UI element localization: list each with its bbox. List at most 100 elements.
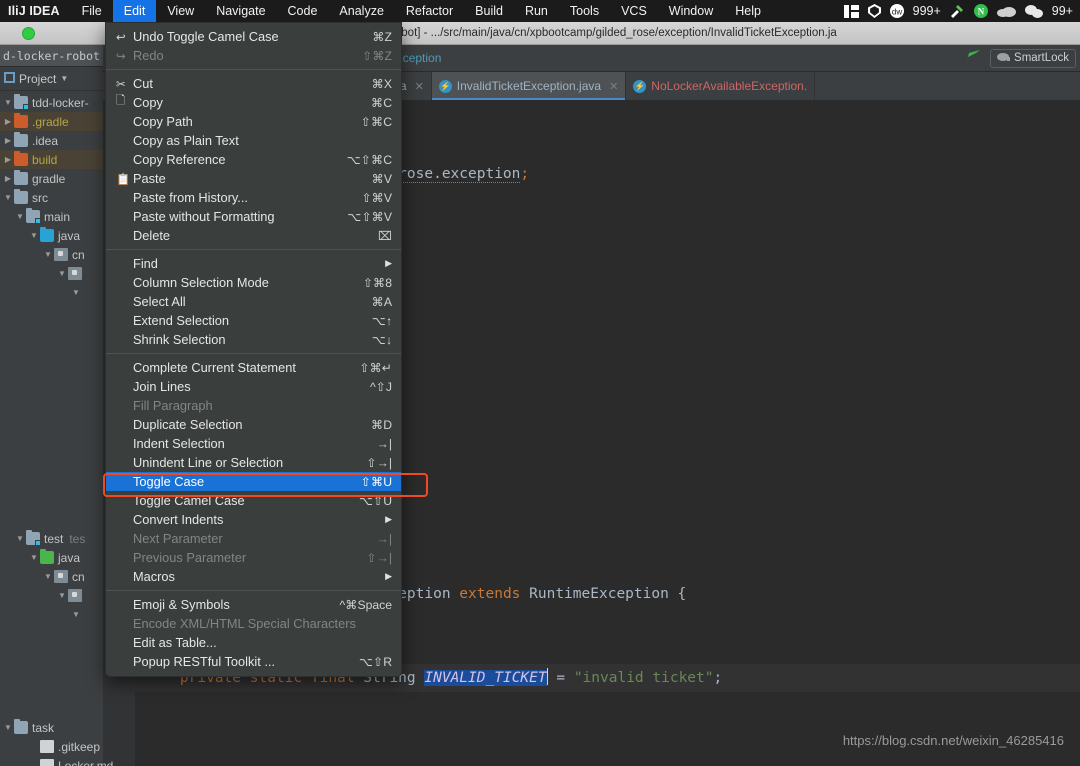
- disclosure-triangle-icon[interactable]: ▼: [2, 98, 14, 107]
- menu-item-paste-without-formatting[interactable]: Paste without Formatting ⌥⇧⌘V: [106, 207, 401, 226]
- menu-separator: [106, 249, 401, 250]
- menu-item-toggle-camel-case[interactable]: Toggle Camel Case ⌥⇧U: [106, 491, 401, 510]
- menu-item-popup-restful-toolkit[interactable]: Popup RESTful Toolkit ... ⌥⇧R: [106, 652, 401, 671]
- menu-item-cut[interactable]: ✂ Cut ⌘X: [106, 74, 401, 93]
- menu-item-paste-from-history[interactable]: Paste from History... ⇧⌘V: [106, 188, 401, 207]
- project-tool-window-header[interactable]: Project ▼: [0, 67, 103, 91]
- menu-item-duplicate-selection[interactable]: Duplicate Selection ⌘D: [106, 415, 401, 434]
- menu-item-unindent-line-or-selection[interactable]: Unindent Line or Selection ⇧→|: [106, 453, 401, 472]
- tree-item-task[interactable]: ▼ task: [0, 718, 103, 737]
- tab-invalidticketexception-java[interactable]: ⚡ InvalidTicketException.java ✕: [431, 72, 627, 100]
- smartlock-run-config-button[interactable]: SmartLock: [990, 48, 1076, 68]
- tree-item-cn-test[interactable]: ▼ cn: [0, 567, 103, 586]
- menu-item-join-lines[interactable]: Join Lines ^⇧J: [106, 377, 401, 396]
- menu-item-delete[interactable]: Delete ⌧: [106, 226, 401, 245]
- disclosure-triangle-icon[interactable]: ▼: [2, 723, 14, 732]
- wechat-icon[interactable]: [1024, 4, 1043, 18]
- menu-view[interactable]: View: [156, 0, 205, 22]
- menu-item-emoji-and-symbols[interactable]: Emoji & Symbols ^⌘Space: [106, 595, 401, 614]
- menu-edit[interactable]: Edit: [112, 0, 157, 22]
- menu-item-shrink-selection[interactable]: Shrink Selection ⌥↓: [106, 330, 401, 349]
- close-icon[interactable]: ✕: [415, 80, 424, 93]
- menu-item-convert-indents[interactable]: Convert Indents ▶: [106, 510, 401, 529]
- menu-window[interactable]: Window: [658, 0, 724, 22]
- menu-item-copy[interactable]: 🗋 Copy ⌘C: [106, 93, 401, 112]
- menu-tools[interactable]: Tools: [559, 0, 610, 22]
- menu-item-undo[interactable]: ↩ Undo Toggle Camel Case ⌘Z: [106, 27, 401, 46]
- tree-item-idea-dir[interactable]: ▶ .idea: [0, 131, 103, 150]
- menu-item-select-all[interactable]: Select All ⌘A: [106, 292, 401, 311]
- cloud-icon[interactable]: [996, 5, 1016, 17]
- menu-help[interactable]: Help: [724, 0, 772, 22]
- copy-icon: 🗋: [116, 95, 126, 107]
- menu-analyze[interactable]: Analyze: [328, 0, 394, 22]
- menu-item-extend-selection[interactable]: Extend Selection ⌥↑: [106, 311, 401, 330]
- menu-item-macros[interactable]: Macros ▶: [106, 567, 401, 586]
- disclosure-triangle-icon[interactable]: ▶: [2, 136, 14, 145]
- disclosure-triangle-icon[interactable]: ▼: [28, 553, 40, 562]
- tree-item-gradle[interactable]: ▶ gradle: [0, 169, 103, 188]
- tree-item-main[interactable]: ▼ main: [0, 207, 103, 226]
- menu-item-copy-path[interactable]: Copy Path ⇧⌘C: [106, 112, 401, 131]
- tree-item-java-main[interactable]: ▼ java: [0, 226, 103, 245]
- tree-item-build-dir[interactable]: ▶ build: [0, 150, 103, 169]
- menu-code[interactable]: Code: [277, 0, 329, 22]
- disclosure-triangle-icon[interactable]: ▼: [56, 269, 68, 278]
- svg-text:N: N: [978, 7, 985, 17]
- disclosure-triangle-icon[interactable]: ▼: [70, 610, 82, 619]
- tree-item-gitkeep[interactable]: ▶ .gitkeep: [0, 737, 103, 756]
- tree-item-label: java: [58, 550, 81, 565]
- disclosure-triangle-icon[interactable]: ▶: [2, 117, 14, 126]
- menu-item-copy-as-plain-text[interactable]: Copy as Plain Text: [106, 131, 401, 150]
- disclosure-triangle-icon[interactable]: ▶: [2, 155, 14, 164]
- menu-vcs[interactable]: VCS: [610, 0, 658, 22]
- tree-item-xpbootcamp-main[interactable]: ▼: [0, 264, 103, 283]
- disclosure-triangle-icon[interactable]: ▼: [2, 193, 14, 202]
- tree-item-java-test[interactable]: ▼ java: [0, 548, 103, 567]
- nvidia-n-icon[interactable]: N: [973, 4, 988, 18]
- menu-refactor[interactable]: Refactor: [395, 0, 464, 22]
- tab-nolockeravailableexception-java[interactable]: ⚡ NoLockerAvailableException.: [626, 72, 816, 100]
- layout-panels-icon[interactable]: [843, 4, 859, 18]
- tree-item-nested-main[interactable]: ▼: [0, 283, 103, 302]
- tree-item-gradle-dir[interactable]: ▶ .gradle: [0, 112, 103, 131]
- menu-run[interactable]: Run: [514, 0, 559, 22]
- tree-item-test[interactable]: ▼ test tes: [0, 529, 103, 548]
- run-config-arrow-icon[interactable]: [963, 48, 983, 69]
- menu-item-copy-reference[interactable]: Copy Reference ⌥⇧⌘C: [106, 150, 401, 169]
- tree-item-label: Locker.md: [58, 758, 114, 766]
- menu-navigate[interactable]: Navigate: [205, 0, 276, 22]
- chevron-down-icon[interactable]: ▼: [60, 74, 68, 83]
- tree-item-nested-test[interactable]: ▼: [0, 605, 103, 624]
- tree-item-cn-main[interactable]: ▼ cn: [0, 245, 103, 264]
- disclosure-triangle-icon[interactable]: ▼: [42, 250, 54, 259]
- edit-dropdown-menu[interactable]: ↩ Undo Toggle Camel Case ⌘Z ↪ Redo ⇧⌘Z ✂…: [105, 22, 402, 677]
- disclosure-triangle-icon[interactable]: ▼: [56, 591, 68, 600]
- menu-item-paste[interactable]: 📋 Paste ⌘V: [106, 169, 401, 188]
- menu-item-indent-selection[interactable]: Indent Selection →|: [106, 434, 401, 453]
- disclosure-triangle-icon[interactable]: ▼: [14, 212, 26, 221]
- tab-label: NoLockerAvailableException.: [651, 79, 808, 93]
- menu-item-complete-current-statement[interactable]: Complete Current Statement ⇧⌘↵: [106, 358, 401, 377]
- menu-item-toggle-case[interactable]: Toggle Case ⇧⌘U: [106, 472, 401, 491]
- disclosure-triangle-icon[interactable]: ▶: [2, 174, 14, 183]
- wrench-icon[interactable]: [950, 4, 965, 18]
- disclosure-triangle-icon[interactable]: ▼: [14, 534, 26, 543]
- project-breadcrumb[interactable]: d-locker-robot›: [0, 45, 103, 67]
- disclosure-triangle-icon[interactable]: ▼: [42, 572, 54, 581]
- menu-item-find[interactable]: Find ▶: [106, 254, 401, 273]
- menu-item-edit-as-table[interactable]: Edit as Table...: [106, 633, 401, 652]
- disclosure-triangle-icon[interactable]: ▼: [28, 231, 40, 240]
- tree-item-src[interactable]: ▼ src: [0, 188, 103, 207]
- tree-item-locker-md[interactable]: ▶ Locker.md: [0, 756, 113, 766]
- shield-icon[interactable]: [867, 4, 881, 18]
- menu-file[interactable]: File: [71, 0, 113, 22]
- disclosure-triangle-icon[interactable]: ▼: [70, 288, 82, 297]
- menu-item-column-selection-mode[interactable]: Column Selection Mode ⇧⌘8: [106, 273, 401, 292]
- menu-build[interactable]: Build: [464, 0, 514, 22]
- docker-icon[interactable]: dw: [889, 4, 904, 18]
- tree-item-xpbootcamp-test[interactable]: ▼: [0, 586, 103, 605]
- close-icon[interactable]: ✕: [609, 80, 618, 93]
- menu-item-previous-parameter: Previous Parameter ⇧→|: [106, 548, 401, 567]
- tree-item-module[interactable]: ▼ tdd-locker-: [0, 93, 103, 112]
